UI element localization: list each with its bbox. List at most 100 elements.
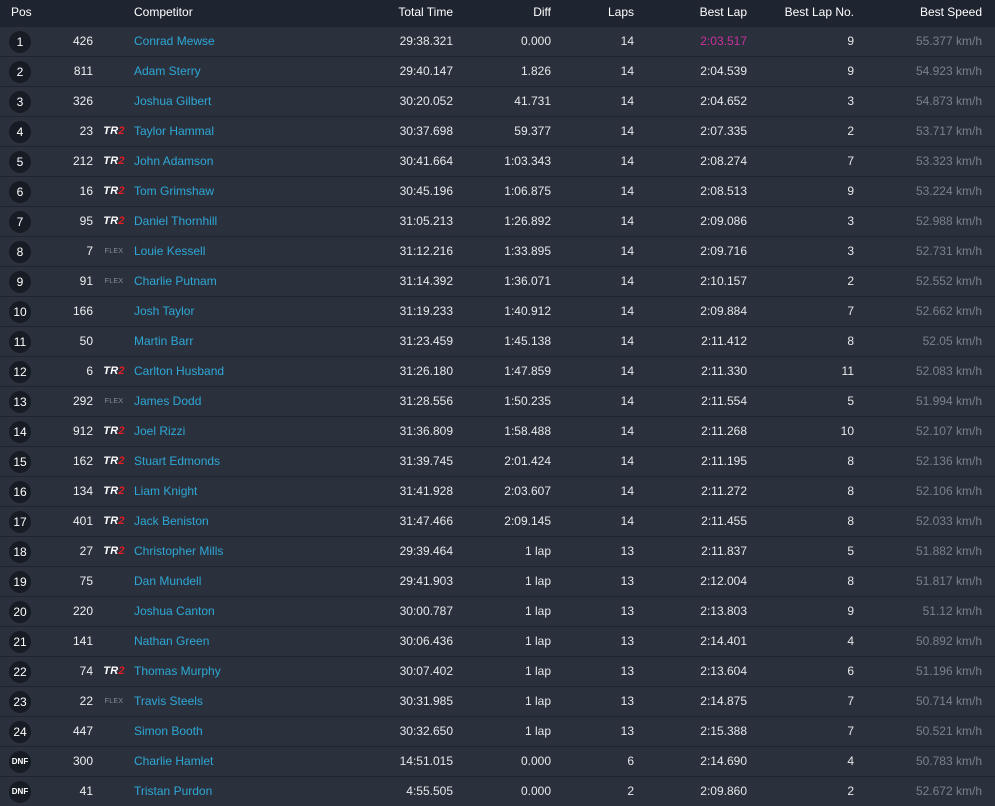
class-badge-empty: [100, 87, 128, 116]
total-time: 29:39.464: [399, 544, 453, 558]
best-lap-number: 8: [847, 484, 854, 498]
table-row[interactable]: 17 401 TR2 Jack Beniston 31:47.466 2:09.145 14…: [0, 507, 995, 536]
col-header-best-lap-no[interactable]: Best Lap No.: [760, 5, 854, 19]
position-badge: 12: [9, 361, 31, 383]
fastest-lap-time: 2:03.517: [700, 34, 747, 48]
best-lap-number: 2: [847, 274, 854, 288]
table-row[interactable]: DNF 300 Charlie Hamlet 14:51.015 0.000 6 2:14.…: [0, 747, 995, 776]
table-row[interactable]: 18 27 TR2 Christopher Mills 29:39.464 1 lap 13…: [0, 537, 995, 566]
best-lap-time: 2:14.401: [700, 634, 747, 648]
table-row[interactable]: 23 22 FLEX Travis Steels 30:31.985 1 lap 13 2:1…: [0, 687, 995, 716]
laps-count: 13: [620, 664, 634, 678]
table-row[interactable]: DNF 41 Tristan Purdon 4:55.505 0.000 2 2:09.86…: [0, 777, 995, 806]
gap-diff: 1:06.875: [504, 184, 551, 198]
competitor-link[interactable]: Dan Mundell: [134, 567, 201, 596]
competitor-link[interactable]: John Adamson: [134, 147, 213, 176]
competitor-link[interactable]: Conrad Mewse: [134, 27, 215, 56]
competitor-link[interactable]: Simon Booth: [134, 717, 203, 746]
gap-diff: 1:45.138: [504, 334, 551, 348]
table-row[interactable]: 13 292 FLEX James Dodd 31:28.556 1:50.235 14 2:…: [0, 387, 995, 416]
tr2-class-badge: TR2: [103, 455, 125, 467]
tr2-class-badge: TR2: [103, 155, 125, 167]
position-badge: 18: [9, 541, 31, 563]
competitor-link[interactable]: Josh Taylor: [134, 297, 194, 326]
race-number: 41: [79, 784, 93, 798]
competitor-link[interactable]: Tom Grimshaw: [134, 177, 214, 206]
competitor-link[interactable]: Louie Kessell: [134, 237, 205, 266]
competitor-link[interactable]: Tristan Purdon: [134, 777, 212, 806]
competitor-link[interactable]: Taylor Hammal: [134, 117, 214, 146]
competitor-link[interactable]: Christopher Mills: [134, 537, 223, 566]
competitor-link[interactable]: Joshua Canton: [134, 597, 215, 626]
gap-diff: 0.000: [520, 34, 551, 48]
competitor-link[interactable]: Jack Beniston: [134, 507, 209, 536]
competitor-link[interactable]: Joshua Gilbert: [134, 87, 211, 116]
gap-diff: 1:58.488: [504, 424, 551, 438]
table-row[interactable]: 4 23 TR2 Taylor Hammal 30:37.698 59.377 14 2:07…: [0, 117, 995, 146]
competitor-link[interactable]: Charlie Hamlet: [134, 747, 213, 776]
competitor-link[interactable]: Daniel Thornhill: [134, 207, 217, 236]
table-row[interactable]: 6 16 TR2 Tom Grimshaw 30:45.196 1:06.875 14 2:0…: [0, 177, 995, 206]
total-time: 31:12.216: [399, 244, 453, 258]
laps-count: 14: [620, 424, 634, 438]
table-row[interactable]: 10 166 Josh Taylor 31:19.233 1:40.912 14 2:09.…: [0, 297, 995, 326]
race-number: 141: [72, 634, 93, 648]
competitor-link[interactable]: Thomas Murphy: [134, 657, 221, 686]
table-row[interactable]: 22 74 TR2 Thomas Murphy 30:07.402 1 lap 13 2:13…: [0, 657, 995, 686]
competitor-link[interactable]: Martin Barr: [134, 327, 193, 356]
best-lap-time: 2:11.330: [701, 364, 747, 378]
competitor-link[interactable]: Charlie Putnam: [134, 267, 217, 296]
best-lap-time: 2:11.268: [701, 424, 747, 438]
best-speed: 52.083 km/h: [915, 364, 982, 378]
table-row[interactable]: 20 220 Joshua Canton 30:00.787 1 lap 13 2:13.8…: [0, 597, 995, 626]
tr2-class-badge: TR2: [103, 425, 125, 437]
col-header-pos[interactable]: Pos: [11, 5, 32, 19]
table-row[interactable]: 12 6 TR2 Carlton Husband 31:26.180 1:47.859 14…: [0, 357, 995, 386]
competitor-link[interactable]: Stuart Edmonds: [134, 447, 220, 476]
table-row[interactable]: 16 134 TR2 Liam Knight 31:41.928 2:03.607 14 2:…: [0, 477, 995, 506]
best-speed: 52.107 km/h: [915, 424, 982, 438]
competitor-link[interactable]: Travis Steels: [134, 687, 203, 716]
position-badge: 9: [9, 271, 31, 293]
gap-diff: 1 lap: [524, 694, 551, 708]
gap-diff: 1:03.343: [504, 154, 551, 168]
col-header-competitor[interactable]: Competitor: [134, 5, 193, 19]
table-row[interactable]: 24 447 Simon Booth 30:32.650 1 lap 13 2:15.388…: [0, 717, 995, 746]
table-row[interactable]: 8 7 FLEX Louie Kessell 31:12.216 1:33.895 14 2:…: [0, 237, 995, 266]
col-header-total-time[interactable]: Total Time: [360, 5, 453, 19]
col-header-best-speed[interactable]: Best Speed: [880, 5, 982, 19]
total-time: 30:37.698: [399, 124, 453, 138]
table-row[interactable]: 9 91 FLEX Charlie Putnam 31:14.392 1:36.071 14…: [0, 267, 995, 296]
col-header-best-lap[interactable]: Best Lap: [670, 5, 747, 19]
competitor-link[interactable]: Nathan Green: [134, 627, 209, 656]
laps-count: 14: [620, 274, 634, 288]
best-lap-number: 11: [841, 364, 854, 378]
table-row[interactable]: 3 326 Joshua Gilbert 30:20.052 41.731 14 2:04.…: [0, 87, 995, 116]
total-time: 31:14.392: [399, 274, 453, 288]
competitor-link[interactable]: Carlton Husband: [134, 357, 224, 386]
gap-diff: 2:03.607: [504, 484, 551, 498]
table-row[interactable]: 7 95 TR2 Daniel Thornhill 31:05.213 1:26.892 1…: [0, 207, 995, 236]
position-badge: 1: [9, 31, 31, 53]
table-row[interactable]: 11 50 Martin Barr 31:23.459 1:45.138 14 2:11.4…: [0, 327, 995, 356]
table-row[interactable]: 5 212 TR2 John Adamson 30:41.664 1:03.343 14 2:…: [0, 147, 995, 176]
laps-count: 14: [620, 64, 634, 78]
table-row[interactable]: 21 141 Nathan Green 30:06.436 1 lap 13 2:14.40…: [0, 627, 995, 656]
col-header-laps[interactable]: Laps: [580, 5, 634, 19]
table-row[interactable]: 14 912 TR2 Joel Rizzi 31:36.809 1:58.488 14 2:1…: [0, 417, 995, 446]
best-lap-number: 4: [847, 634, 854, 648]
table-row[interactable]: 2 811 Adam Sterry 29:40.147 1.826 14 2:04.539 9…: [0, 57, 995, 86]
gap-diff: 0.000: [520, 754, 551, 768]
table-row[interactable]: 19 75 Dan Mundell 29:41.903 1 lap 13 2:12.004 8…: [0, 567, 995, 596]
competitor-link[interactable]: Adam Sterry: [134, 57, 201, 86]
best-lap-number: 7: [847, 154, 854, 168]
table-row[interactable]: 1 426 Conrad Mewse 29:38.321 0.000 14 2:03.517…: [0, 27, 995, 56]
competitor-link[interactable]: Liam Knight: [134, 477, 197, 506]
competitor-link[interactable]: James Dodd: [134, 387, 201, 416]
laps-count: 14: [620, 304, 634, 318]
race-number: 6: [86, 364, 93, 378]
table-row[interactable]: 15 162 TR2 Stuart Edmonds 31:39.745 2:01.424 1…: [0, 447, 995, 476]
competitor-link[interactable]: Joel Rizzi: [134, 417, 185, 446]
best-lap-number: 3: [847, 244, 854, 258]
col-header-diff[interactable]: Diff: [470, 5, 551, 19]
